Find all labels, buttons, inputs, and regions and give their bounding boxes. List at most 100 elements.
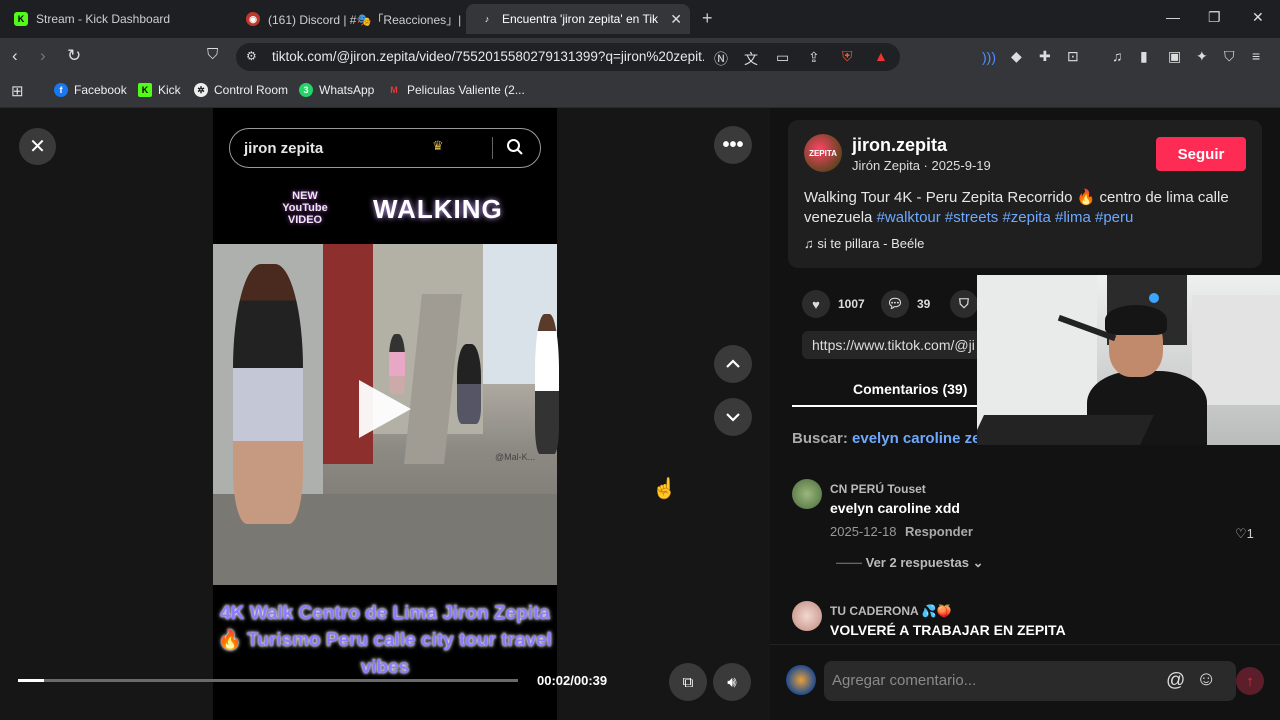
keyboard bbox=[977, 415, 1154, 445]
browser-tab-bar: K Stream - Kick Dashboard ◉ (161) Discor… bbox=[0, 0, 1280, 38]
pedestrian bbox=[457, 344, 481, 424]
media-icon[interactable]: ♫ bbox=[1112, 48, 1123, 64]
play-icon[interactable] bbox=[359, 380, 411, 438]
pip-button[interactable]: ⧉ bbox=[669, 663, 707, 701]
music-title: si te pillara - Beéle bbox=[817, 236, 925, 251]
commenter-avatar[interactable] bbox=[792, 601, 822, 631]
comment-author[interactable]: CN PERÚ Touset bbox=[830, 482, 926, 496]
previous-video-button[interactable] bbox=[714, 345, 752, 383]
reply-button[interactable]: Responder bbox=[905, 524, 973, 539]
extension-diamond-icon[interactable]: ◆ bbox=[1011, 48, 1022, 65]
tab-title: Encuentra 'jiron zepita' en Tik bbox=[502, 12, 658, 26]
close-video-button[interactable]: ✕ bbox=[19, 128, 56, 165]
kick-icon: K bbox=[138, 83, 152, 97]
author-avatar[interactable]: ZEPITA bbox=[804, 134, 842, 172]
follow-button[interactable]: Seguir bbox=[1156, 137, 1246, 171]
screenshot-icon[interactable]: ⊡ bbox=[1067, 48, 1079, 65]
like-button[interactable]: ♥ 1007 bbox=[802, 290, 865, 318]
video-time: 00:02/00:39 bbox=[537, 673, 608, 688]
author-username[interactable]: jiron.zepita bbox=[852, 135, 947, 156]
close-tab-icon[interactable]: ✕ bbox=[670, 11, 682, 28]
mouse-cursor-icon: ☝ bbox=[652, 478, 677, 500]
tab-comments[interactable]: Comentarios (39) bbox=[853, 381, 967, 397]
tab-title: (161) Discord | #🎭「Reacciones」| B bbox=[268, 12, 464, 27]
extensions-icon[interactable]: ✚ bbox=[1039, 48, 1051, 65]
more-options-button[interactable]: ••• bbox=[714, 126, 752, 164]
share-icon[interactable]: ⇪ bbox=[808, 49, 820, 66]
volume-button[interactable]: 🔊︎ bbox=[713, 663, 751, 701]
kick-icon: K bbox=[14, 12, 28, 26]
bookmark-control-room[interactable]: ✲ Control Room bbox=[194, 83, 288, 97]
comment-compose-bar: Agregar comentario... @ ☺ ↑ bbox=[770, 644, 1280, 720]
close-icon: ✕ bbox=[29, 136, 46, 158]
bookmark-facebook[interactable]: f Facebook bbox=[54, 83, 127, 97]
commenter-avatar[interactable] bbox=[792, 479, 822, 509]
like-count: 1007 bbox=[838, 297, 865, 311]
woman-figure bbox=[233, 264, 303, 524]
crown-icon: ♛ bbox=[432, 138, 444, 153]
site-info-icon[interactable]: ⚙ bbox=[246, 49, 257, 63]
discord-icon: ◉ bbox=[246, 12, 260, 26]
my-avatar bbox=[786, 665, 816, 695]
divider bbox=[492, 137, 493, 159]
send-comment-button[interactable]: ↑ bbox=[1236, 667, 1264, 695]
new-tab-icon[interactable]: + bbox=[702, 8, 713, 29]
control-room-icon: ✲ bbox=[194, 83, 208, 97]
video-search-overlay: jiron zepita ♛ bbox=[229, 128, 541, 168]
apps-grid-icon[interactable]: ⊞ bbox=[11, 82, 24, 100]
bookmark-peliculas[interactable]: M Peliculas Valiente (2... bbox=[387, 83, 525, 97]
video-progress-bar[interactable] bbox=[18, 679, 518, 682]
comment-input[interactable]: Agregar comentario... @ ☺ bbox=[824, 661, 1236, 701]
maximize-icon[interactable]: ❐ bbox=[1208, 9, 1221, 26]
light bbox=[1149, 293, 1159, 303]
brave-shield-icon[interactable]: ⛨ bbox=[842, 48, 853, 65]
comment-button[interactable]: 💬︎ 39 bbox=[881, 290, 930, 318]
reload-icon[interactable]: ↻ bbox=[67, 46, 81, 66]
leo-ai-icon[interactable]: ✦ bbox=[1196, 48, 1208, 65]
reader-icon[interactable]: Ⓝ bbox=[714, 49, 728, 69]
bookmark-label: Facebook bbox=[74, 83, 127, 97]
address-bar[interactable]: ⚙ tiktok.com/@jiron.zepita/video/7552015… bbox=[236, 43, 900, 71]
facebook-icon: f bbox=[54, 83, 68, 97]
search-icon bbox=[507, 139, 523, 155]
back-icon[interactable]: ‹ bbox=[12, 46, 18, 66]
comment-like-button[interactable]: ♡1 bbox=[1235, 526, 1254, 542]
bookmark-label: Peliculas Valiente (2... bbox=[407, 83, 525, 97]
comment-author[interactable]: TU CADERONA 💦🍑 bbox=[830, 604, 951, 618]
emoji-icon[interactable]: ☺ bbox=[1196, 668, 1216, 691]
minimize-icon[interactable]: — bbox=[1166, 9, 1180, 25]
cast-icon[interactable]: ▭ bbox=[776, 49, 789, 66]
wallet-icon[interactable]: ▣ bbox=[1168, 48, 1181, 65]
translate-icon[interactable]: 文 bbox=[744, 49, 758, 69]
forward-icon[interactable]: › bbox=[40, 46, 46, 66]
youtube-video-badge: NEW YouTube VIDEO bbox=[282, 190, 328, 226]
search-suggestion[interactable]: Buscar: evelyn caroline ze bbox=[792, 430, 980, 447]
audio-playing-icon[interactable]: ))) bbox=[982, 49, 996, 65]
mention-icon[interactable]: @ bbox=[1166, 670, 1185, 692]
chevron-up-icon bbox=[726, 359, 740, 368]
menu-icon[interactable]: ≡ bbox=[1252, 48, 1260, 64]
video-player[interactable]: jiron zepita ♛ NEW YouTube VIDEO WALKING… bbox=[213, 108, 559, 720]
bookmark-icon[interactable]: ⛉ bbox=[207, 46, 218, 63]
tab-discord[interactable]: ◉ (161) Discord | #🎭「Reacciones」| B bbox=[232, 4, 464, 34]
bookmark-label: Control Room bbox=[214, 83, 289, 97]
tab-tiktok[interactable]: ♪ Encuentra 'jiron zepita' en Tik ✕ bbox=[466, 4, 690, 34]
tab-kick-dashboard[interactable]: K Stream - Kick Dashboard bbox=[0, 4, 232, 34]
video-stage: ✕ jiron zepita ♛ NEW YouTube VIDEO WALKI… bbox=[0, 108, 770, 720]
comment-count: 39 bbox=[917, 297, 931, 311]
bookmark-whatsapp[interactable]: 3 WhatsApp bbox=[299, 83, 374, 97]
bookmark-kick[interactable]: K Kick bbox=[138, 83, 181, 97]
streamer-hair bbox=[1105, 305, 1167, 335]
bookmark-icon: ⛉ bbox=[950, 290, 978, 318]
sidebar-icon[interactable]: ▮ bbox=[1140, 48, 1148, 65]
view-replies-button[interactable]: —— Ver 2 respuestas ⌄ bbox=[836, 555, 984, 571]
wall bbox=[1192, 295, 1280, 405]
music-info[interactable]: ♫ si te pillara - Beéle bbox=[804, 236, 924, 251]
next-video-button[interactable] bbox=[714, 398, 752, 436]
close-window-icon[interactable]: ✕ bbox=[1252, 9, 1264, 26]
bookmark-label: Kick bbox=[158, 83, 181, 97]
vpn-icon[interactable]: ⛉ bbox=[1224, 48, 1235, 65]
hashtags[interactable]: #walktour #streets #zepita #lima #peru bbox=[877, 209, 1134, 226]
webcam-overlay bbox=[977, 275, 1280, 445]
brave-rewards-icon[interactable]: ▲ bbox=[874, 48, 888, 64]
